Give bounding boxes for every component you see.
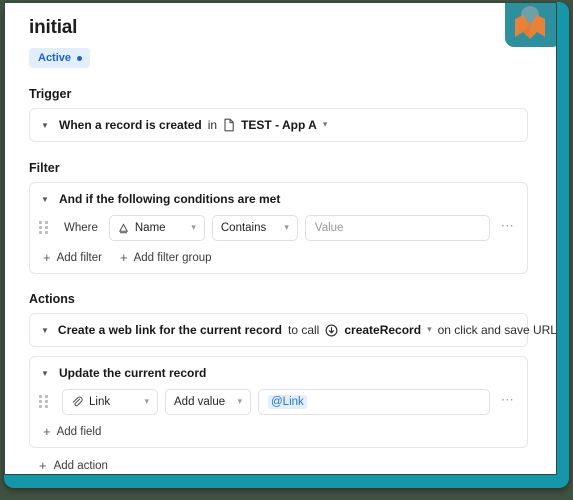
weblink-tail-text: on click and save URL in (437, 323, 557, 337)
weblink-mid-text: to call (287, 323, 320, 337)
plus-icon: + (43, 250, 51, 265)
update-record-header[interactable]: ▼ Update the current record (30, 357, 527, 384)
action-card-update: ▼ Update the current record Link ▾ Add v… (29, 356, 528, 448)
actions-section-label: Actions (29, 292, 75, 306)
ellipsis-icon[interactable]: ⋯ (497, 219, 517, 235)
trigger-connector: in (207, 118, 218, 132)
update-mode-select[interactable]: Add value ▾ (165, 389, 251, 415)
link-icon (71, 396, 83, 408)
chevron-down-icon: ▾ (144, 395, 149, 406)
update-field-value: Link (89, 396, 111, 408)
add-action-button[interactable]: + Add action (39, 459, 108, 472)
status-dot-icon (77, 55, 83, 61)
triangle-down-icon[interactable]: ▼ (41, 196, 50, 204)
update-value-input[interactable]: @Link (258, 389, 490, 415)
filter-row: Where Name ▾ Contains ▾ Value ⋯ (30, 210, 527, 246)
triangle-down-icon[interactable]: ▼ (41, 327, 49, 335)
text-field-icon (118, 222, 129, 234)
filter-where-label: Where (64, 222, 98, 234)
filter-field-select[interactable]: Name ▾ (108, 215, 205, 241)
trigger-card[interactable]: ▼ When a record is created in TEST - App… (29, 108, 528, 142)
add-field-label: Add field (56, 425, 102, 438)
filter-section-label: Filter (29, 161, 60, 175)
window-frame: initial Active Trigger ▼ When a record i… (4, 2, 569, 488)
weblink-lead-text: Create a web link for the current record (57, 323, 282, 337)
trigger-section-label: Trigger (29, 87, 72, 101)
add-action-label: Add action (53, 459, 108, 472)
chevron-down-icon: ▾ (284, 221, 289, 232)
status-badge-label: Active (38, 52, 72, 64)
circle-arrow-down-icon (325, 324, 338, 337)
status-badge[interactable]: Active (29, 48, 91, 68)
chevron-down-icon[interactable]: ▾ (427, 324, 432, 335)
filter-add-row: + Add filter + Add filter group (30, 246, 527, 273)
drag-handle-icon[interactable] (39, 221, 49, 235)
trigger-row[interactable]: ▼ When a record is created in TEST - App… (30, 109, 527, 141)
plus-icon: + (119, 250, 128, 265)
filter-value-input[interactable]: Value (304, 215, 490, 241)
chevron-down-icon: ▾ (191, 221, 196, 232)
weblink-function-name[interactable]: createRecord (344, 323, 421, 337)
update-add-row: + Add field (30, 420, 527, 447)
filter-operator-value: Contains (220, 222, 267, 234)
document-icon (223, 118, 235, 132)
filter-group-header[interactable]: ▼ And if the following conditions are me… (30, 183, 527, 210)
update-record-title: Update the current record (59, 366, 207, 380)
update-field-row: Link ▾ Add value ▾ @Link ⋯ (30, 384, 527, 420)
add-filter-group-button[interactable]: + Add filter group (120, 251, 212, 264)
weblink-row[interactable]: ▼ Create a web link for the current reco… (30, 314, 556, 346)
filter-operator-select[interactable]: Contains ▾ (211, 215, 298, 241)
filter-group-title: And if the following conditions are met (59, 192, 281, 206)
add-filter-group-label: Add filter group (133, 251, 212, 264)
automation-editor: initial Active Trigger ▼ When a record i… (5, 3, 556, 474)
add-filter-label: Add filter (56, 251, 102, 264)
update-field-select[interactable]: Link ▾ (62, 389, 158, 415)
triangle-down-icon[interactable]: ▼ (41, 122, 50, 130)
filter-value-placeholder: Value (314, 222, 344, 234)
plus-icon: + (43, 424, 51, 439)
chevron-down-icon[interactable]: ▾ (323, 119, 328, 130)
trigger-source[interactable]: TEST - App A (241, 118, 317, 132)
ellipsis-icon[interactable]: ⋯ (497, 393, 517, 409)
action-card-weblink[interactable]: ▼ Create a web link for the current reco… (29, 313, 556, 347)
trigger-text: When a record is created (59, 118, 202, 132)
update-mode-value: Add value (174, 396, 226, 408)
app-canvas: initial Active Trigger ▼ When a record i… (4, 2, 557, 475)
page-title: initial (29, 17, 78, 38)
add-field-button[interactable]: + Add field (43, 425, 101, 438)
add-filter-button[interactable]: + Add filter (43, 251, 102, 264)
plus-icon: + (39, 458, 47, 473)
chevron-down-icon: ▾ (237, 395, 242, 406)
triangle-down-icon[interactable]: ▼ (41, 370, 50, 378)
value-token[interactable]: @Link (268, 395, 307, 409)
filter-card: ▼ And if the following conditions are me… (29, 182, 528, 274)
filter-field-value: Name (134, 222, 166, 234)
drag-handle-icon[interactable] (39, 395, 49, 409)
